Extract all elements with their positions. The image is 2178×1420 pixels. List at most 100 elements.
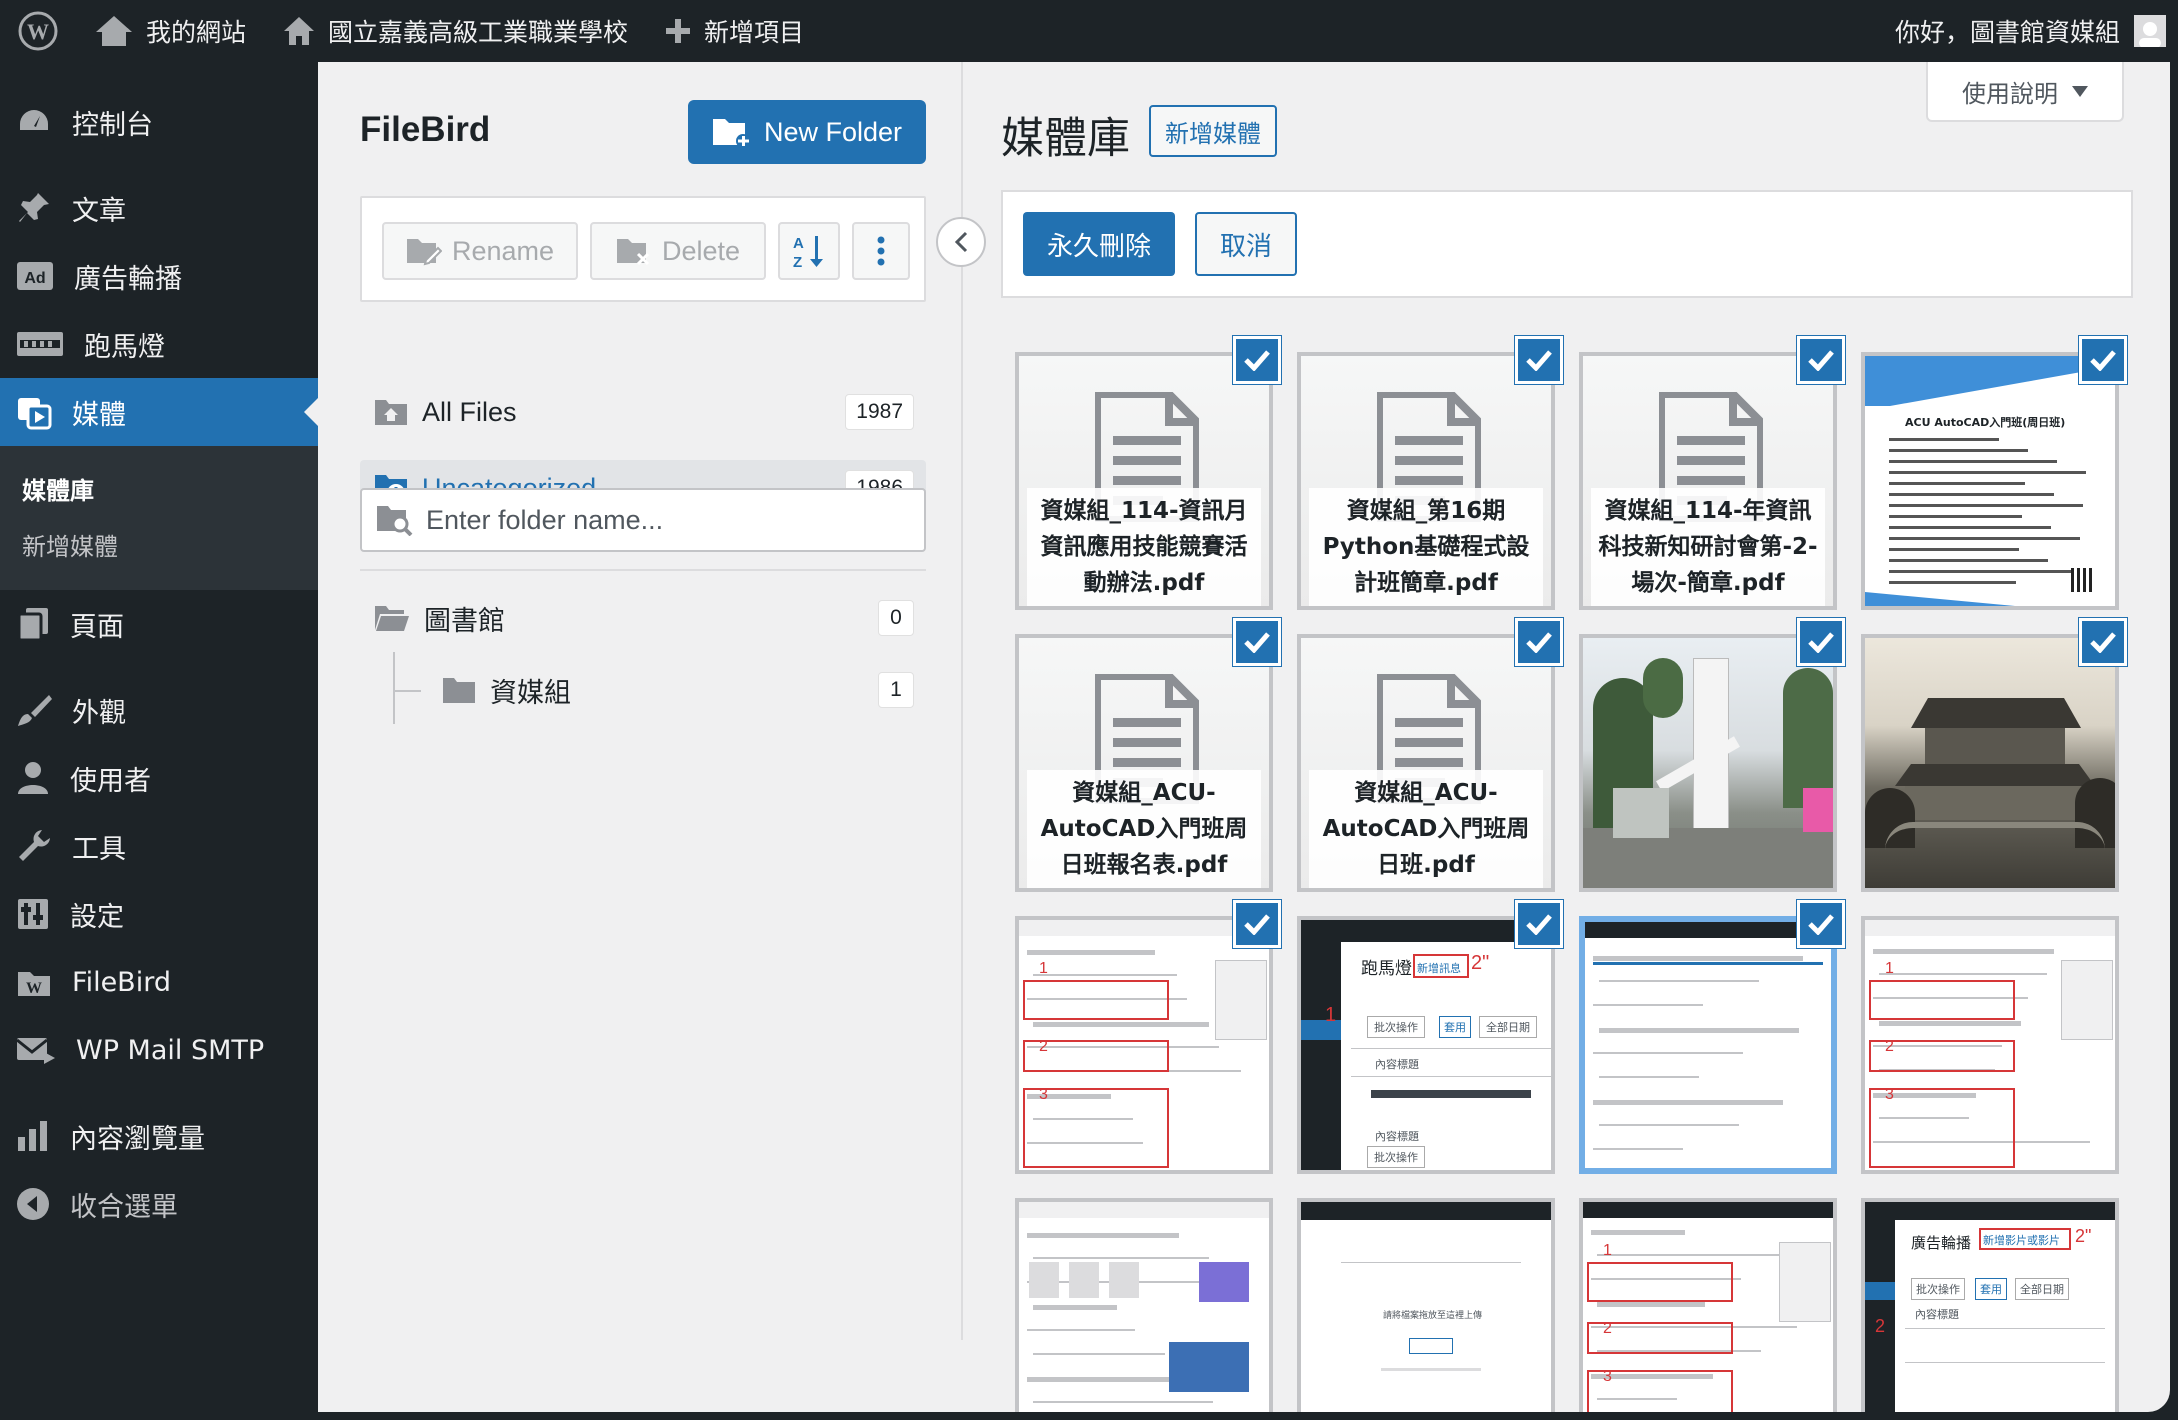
attachment-tile[interactable]: 1 2 3	[1015, 916, 1273, 1174]
attachment-tile[interactable]: 1 2 3	[1861, 916, 2119, 1174]
menu-appearance[interactable]: 外觀	[0, 676, 318, 744]
attachment-tile[interactable]	[1015, 1198, 1273, 1412]
delete-button[interactable]: Delete	[590, 222, 766, 280]
menu-pages[interactable]: 頁面	[0, 590, 318, 658]
attachment-filename: 資媒組_114-年資訊科技新知研討會第-2-場次-簡章.pdf	[1591, 488, 1825, 606]
school-link[interactable]: 國立嘉義高級工業職業學校	[264, 0, 646, 62]
row-line	[1905, 1328, 2105, 1329]
annotation: 2	[1875, 1316, 1886, 1336]
flyer-line	[1889, 570, 2077, 573]
attachment-filename: 資媒組_ACU-AutoCAD入門班周日班.pdf	[1309, 770, 1543, 888]
delete-permanently-button[interactable]: 永久刪除	[1023, 212, 1175, 276]
attachment-tile[interactable]: 資媒組_ACU-AutoCAD入門班周日班報名表.pdf	[1015, 634, 1273, 892]
menu-view-counts[interactable]: 內容瀏覽量	[0, 1102, 318, 1170]
row-line	[1027, 1329, 1135, 1331]
folder-media-group[interactable]: 資媒組 1	[360, 662, 926, 718]
new-folder-button[interactable]: New Folder	[688, 100, 926, 164]
sort-button[interactable]: AZ	[778, 222, 840, 280]
frame-line	[1341, 1262, 1521, 1263]
screenshot-thumbnail: 1 2 3	[1865, 920, 2115, 1170]
folder-search-input[interactable]	[426, 504, 886, 536]
selected-checkbox[interactable]	[1515, 900, 1563, 948]
folder-search[interactable]	[360, 488, 926, 552]
cancel-button[interactable]: 取消	[1195, 212, 1297, 276]
menu-wp-mail-smtp[interactable]: WP Mail SMTP	[0, 1016, 318, 1084]
ad-icon: Ad	[17, 262, 53, 290]
all-files-item[interactable]: All Files 1987	[360, 384, 926, 440]
row-line	[1593, 1148, 1683, 1150]
annotation: 2"	[2075, 1226, 2092, 1246]
menu-ad-carousel[interactable]: Ad 廣告輪播	[0, 242, 318, 310]
avatar[interactable]	[2134, 15, 2166, 47]
selected-checkbox[interactable]	[2079, 336, 2127, 384]
selected-checkbox[interactable]	[1515, 336, 1563, 384]
attachment-tile[interactable]: 廣告輪播 新增影片或影片 2" 批次操作 套用 全部日期 2 內容標題	[1861, 1198, 2119, 1412]
screenshot-thumbnail: 1 2 3	[1019, 920, 1269, 1170]
folder-open-icon	[375, 606, 409, 631]
admin-sidebar: 控制台 文章 Ad 廣告輪播 跑馬燈 媒體 媒體庫 新增媒體 頁面 外觀 使用者…	[0, 62, 318, 1420]
highlight-box	[1023, 980, 1169, 1020]
menu-filebird[interactable]: W FileBird	[0, 948, 318, 1016]
menu-settings[interactable]: 設定	[0, 880, 318, 948]
row-line	[1599, 1124, 1739, 1126]
attachment-tile[interactable]: 1 2 3	[1579, 1198, 1837, 1412]
selected-checkbox[interactable]	[1233, 900, 1281, 948]
site-name-link[interactable]: 我的網站	[76, 0, 264, 62]
submenu-library[interactable]: 媒體庫	[0, 460, 318, 516]
menu-users[interactable]: 使用者	[0, 744, 318, 812]
attachment-tile[interactable]	[1579, 916, 1837, 1174]
thumb-text: 新增訊息	[1417, 962, 1461, 975]
flyer-line	[1889, 548, 2019, 551]
menu-marquee[interactable]: 跑馬燈	[0, 310, 318, 378]
rename-button[interactable]: Rename	[382, 222, 578, 280]
attachment-tile[interactable]: 資媒組_114-年資訊科技新知研討會第-2-場次-簡章.pdf	[1579, 352, 1837, 610]
new-item-menu[interactable]: 新增項目	[646, 0, 822, 62]
flyer-line	[1889, 559, 2048, 562]
menu-dashboard[interactable]: 控制台	[0, 88, 318, 156]
help-tab[interactable]: 使用說明	[1926, 62, 2124, 122]
all-files-count: 1987	[845, 394, 914, 430]
selected-checkbox[interactable]	[1797, 900, 1845, 948]
attachment-tile[interactable]	[1861, 634, 2119, 892]
attachment-tile[interactable]: 資媒組_114-資訊月資訊應用技能競賽活動辦法.pdf	[1015, 352, 1273, 610]
row-line	[1033, 1022, 1209, 1027]
selected-checkbox[interactable]	[1515, 618, 1563, 666]
selected-checkbox[interactable]	[1233, 618, 1281, 666]
checkmark-icon	[2090, 350, 2116, 371]
folder-library[interactable]: 圖書館 0	[360, 590, 926, 646]
submenu-add-media[interactable]: 新增媒體	[0, 516, 318, 572]
attachment-tile[interactable]: 跑馬燈 新增訊息 2" 1 批次操作 套用 全部日期 內容標題 內容標題 批次操作	[1297, 916, 1555, 1174]
selected-checkbox[interactable]	[1797, 336, 1845, 384]
flyer-thumbnail: ACU AutoCAD入門班(周日班)	[1865, 356, 2115, 606]
attachment-tile[interactable]: ACU AutoCAD入門班(周日班)	[1861, 352, 2119, 610]
wordpress-icon: W	[18, 11, 58, 51]
row-line	[1593, 1004, 1703, 1006]
row-line	[1033, 1353, 1165, 1355]
attachment-tile[interactable]	[1579, 634, 1837, 892]
upload-button	[1409, 1338, 1453, 1354]
menu-posts[interactable]: 文章	[0, 174, 318, 242]
thumb-text: ACU AutoCAD入門班(周日班)	[1905, 416, 2066, 429]
add-media-button[interactable]: 新增媒體	[1149, 105, 1277, 157]
attachment-tile[interactable]: 資媒組_ACU-AutoCAD入門班周日班.pdf	[1297, 634, 1555, 892]
attachment-tile[interactable]: 資媒組_第16期Python基礎程式設計班簡章.pdf	[1297, 352, 1555, 610]
collapse-panel-button[interactable]	[936, 217, 986, 267]
row-line	[1027, 1233, 1179, 1238]
annotation: 1	[1039, 960, 1048, 977]
selected-checkbox[interactable]	[1797, 618, 1845, 666]
row-line	[1599, 980, 1759, 982]
flyer-line	[1889, 537, 2080, 540]
more-options-button[interactable]	[852, 222, 910, 280]
svg-text:A: A	[793, 235, 804, 252]
attachment-tile[interactable]: 請將檔案拖放至這裡上傳	[1297, 1198, 1555, 1412]
selected-checkbox[interactable]	[1233, 336, 1281, 384]
menu-media[interactable]: 媒體	[0, 378, 318, 446]
account-greeting[interactable]: 你好，圖書館資媒組	[1895, 13, 2120, 49]
menu-collapse[interactable]: 收合選單	[0, 1170, 318, 1238]
annotation: 3	[1603, 1368, 1612, 1385]
selected-checkbox[interactable]	[2079, 618, 2127, 666]
menu-tools[interactable]: 工具	[0, 812, 318, 880]
highlight-box	[1587, 1262, 1733, 1302]
wordpress-logo[interactable]: W	[0, 0, 76, 62]
table-icons	[1109, 1262, 1139, 1298]
